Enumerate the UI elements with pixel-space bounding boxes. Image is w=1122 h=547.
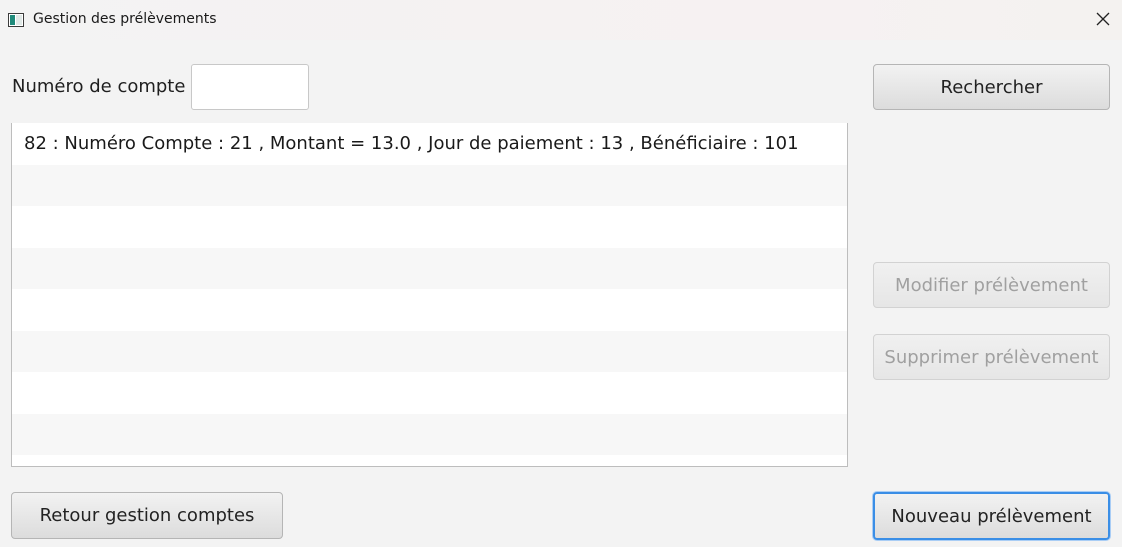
close-icon[interactable] [1096,11,1110,30]
window-title: Gestion des prélèvements [33,11,217,27]
close-button[interactable] [1084,0,1122,40]
list-item[interactable] [12,372,847,414]
new-debit-button[interactable]: Nouveau prélèvement [873,492,1110,540]
window-app-icon [8,12,24,27]
list-item[interactable] [12,247,847,289]
account-number-label: Numéro de compte [12,76,186,97]
delete-debit-button[interactable]: Supprimer prélèvement [873,334,1110,380]
back-to-accounts-button[interactable]: Retour gestion comptes [11,492,283,539]
list-item[interactable] [12,455,847,466]
search-button[interactable]: Rechercher [873,64,1110,110]
window: Gestion des prélèvements Numéro de compt… [0,0,1122,547]
list-item[interactable] [12,289,847,331]
title-bar: Gestion des prélèvements [0,0,1122,40]
list-item[interactable] [12,164,847,206]
list-item[interactable]: 82 : Numéro Compte : 21 , Montant = 13.0… [12,123,847,165]
list-item[interactable] [12,206,847,248]
list-item[interactable] [12,413,847,455]
account-number-input[interactable] [191,64,309,110]
list-item[interactable] [12,330,847,372]
modify-debit-button[interactable]: Modifier prélèvement [873,262,1110,308]
direct-debit-list[interactable]: 82 : Numéro Compte : 21 , Montant = 13.0… [11,123,848,467]
